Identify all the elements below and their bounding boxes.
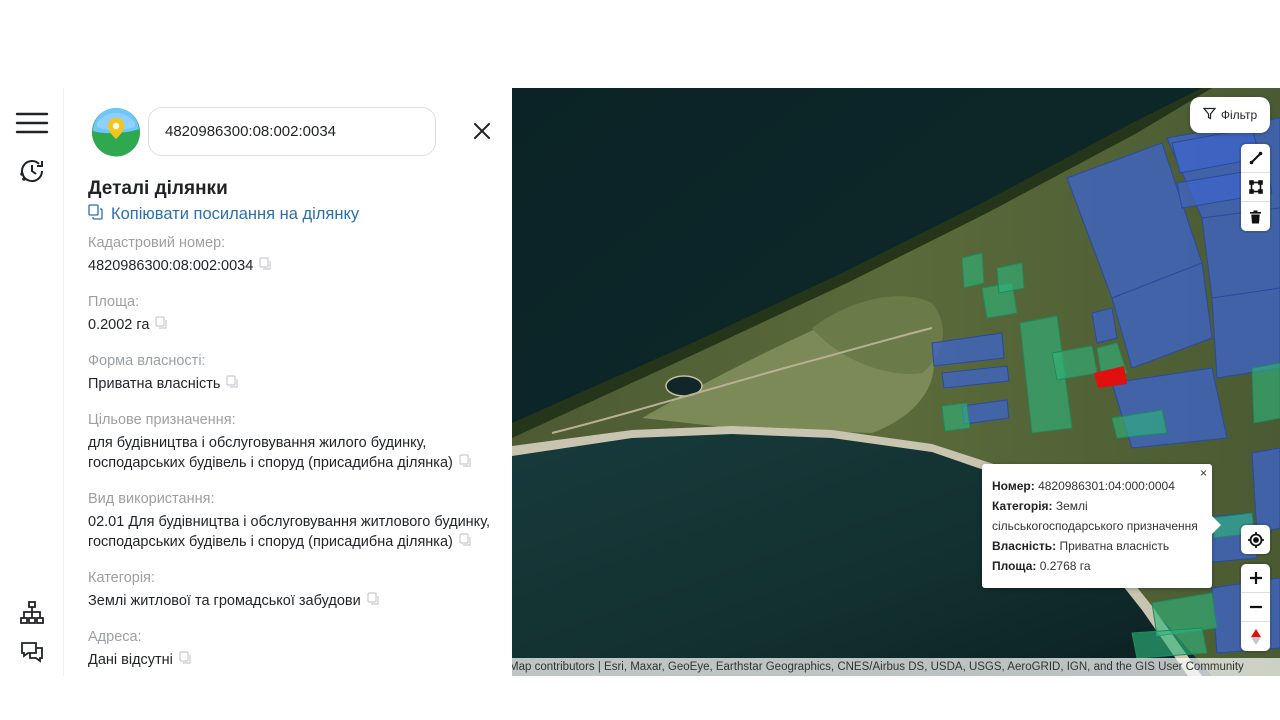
close-icon[interactable] bbox=[468, 117, 496, 145]
zoom-out-icon[interactable] bbox=[1241, 593, 1270, 622]
details-title: Деталі ділянки bbox=[88, 178, 228, 199]
field-usage-type: Вид використання: 02.01 Для будівництва … bbox=[88, 490, 498, 553]
trash-icon[interactable] bbox=[1241, 202, 1270, 231]
copy-icon[interactable] bbox=[459, 454, 472, 474]
sitemap-icon[interactable] bbox=[14, 595, 50, 631]
copy-icon bbox=[88, 204, 103, 225]
search-input[interactable] bbox=[148, 107, 436, 156]
map-view[interactable]: Фільтр × Номер: 4820986301:04:000:0004 К… bbox=[512, 88, 1280, 676]
popup-ownership-label: Власність: bbox=[992, 539, 1057, 553]
locate-icon[interactable] bbox=[1241, 525, 1270, 554]
popup-area: 0.2768 га bbox=[1039, 559, 1091, 573]
field-label: Кадастровий номер: bbox=[88, 235, 226, 251]
field-list: Кадастровий номер: 4820986300:08:002:003… bbox=[88, 234, 498, 676]
field-label: Площа: bbox=[88, 294, 140, 310]
field-category: Категорія: Землі житлової та громадської… bbox=[88, 569, 498, 612]
copy-icon[interactable] bbox=[367, 592, 380, 612]
locate-control bbox=[1241, 525, 1270, 554]
compass-icon[interactable] bbox=[1241, 622, 1270, 651]
field-address: Адреса: Дані відсутні bbox=[88, 628, 498, 671]
popup-category-row: Категорія: Землі сільськогосподарського … bbox=[992, 496, 1202, 536]
left-rail bbox=[0, 88, 64, 676]
copy-icon[interactable] bbox=[226, 375, 239, 395]
ruler-icon[interactable] bbox=[1241, 144, 1270, 173]
copy-icon[interactable] bbox=[155, 316, 168, 336]
filter-icon bbox=[1202, 107, 1217, 123]
popup-close-button[interactable]: × bbox=[1200, 466, 1207, 480]
polygon-icon[interactable] bbox=[1241, 173, 1270, 202]
field-value: 02.01 Для будівництва і обслуговування ж… bbox=[88, 514, 491, 550]
popup-number-row: Номер: 4820986301:04:000:0004 bbox=[992, 476, 1202, 496]
chat-icon[interactable] bbox=[14, 634, 50, 670]
app-logo bbox=[91, 107, 141, 157]
menu-icon[interactable] bbox=[14, 105, 50, 141]
popup-area-row: Площа: 0.2768 га bbox=[992, 556, 1202, 576]
zoom-controls bbox=[1241, 564, 1270, 651]
field-ownership: Форма власності: Приватна власність bbox=[88, 352, 498, 395]
draw-tools bbox=[1241, 144, 1270, 231]
parcel-popup: × Номер: 4820986301:04:000:0004 Категорі… bbox=[982, 464, 1221, 588]
field-value: 4820986300:08:002:0034 bbox=[88, 258, 254, 274]
popup-area-label: Площа: bbox=[992, 559, 1037, 573]
map-attribution: Map contributors | Esri, Maxar, GeoEye, … bbox=[512, 658, 1280, 676]
field-area: Площа: 0.2002 га bbox=[88, 293, 498, 336]
copy-icon[interactable] bbox=[179, 651, 192, 671]
field-label: Адреса: bbox=[88, 629, 142, 645]
copy-link-button[interactable]: Копіювати посилання на ділянку bbox=[88, 204, 359, 225]
zoom-in-icon[interactable] bbox=[1241, 564, 1270, 593]
field-purpose: Цільове призначення: для будівництва і о… bbox=[88, 411, 498, 474]
field-label: Вид використання: bbox=[88, 491, 215, 507]
copy-link-label: Копіювати посилання на ділянку bbox=[111, 205, 360, 223]
field-value: Землі житлової та громадської забудови bbox=[88, 593, 361, 609]
field-cadastral-number: Кадастровий номер: 4820986300:08:002:003… bbox=[88, 234, 498, 277]
field-value: Дані відсутні bbox=[88, 652, 173, 668]
field-value: 0.2002 га bbox=[88, 317, 150, 333]
field-label: Категорія: bbox=[88, 570, 155, 586]
filter-label: Фільтр bbox=[1220, 108, 1258, 122]
copy-icon[interactable] bbox=[459, 533, 472, 553]
popup-ownership-row: Власність: Приватна власність bbox=[992, 536, 1202, 556]
popup-ownership: Приватна власність bbox=[1059, 539, 1170, 553]
field-value: для будівництва і обслуговування жилого … bbox=[88, 435, 453, 471]
page: Деталі ділянки Копіювати посилання на ді… bbox=[0, 0, 1280, 720]
popup-number: 4820986301:04:000:0004 bbox=[1038, 479, 1175, 493]
field-label: Цільове призначення: bbox=[88, 412, 236, 428]
field-label: Форма власності: bbox=[88, 353, 206, 369]
history-icon[interactable] bbox=[14, 153, 50, 189]
popup-number-label: Номер: bbox=[992, 479, 1035, 493]
copy-icon[interactable] bbox=[259, 257, 272, 277]
details-panel: Деталі ділянки Копіювати посилання на ді… bbox=[66, 88, 510, 676]
popup-category-label: Категорія: bbox=[992, 499, 1053, 513]
field-value: Приватна власність bbox=[88, 376, 221, 392]
filter-button[interactable]: Фільтр bbox=[1190, 97, 1270, 133]
